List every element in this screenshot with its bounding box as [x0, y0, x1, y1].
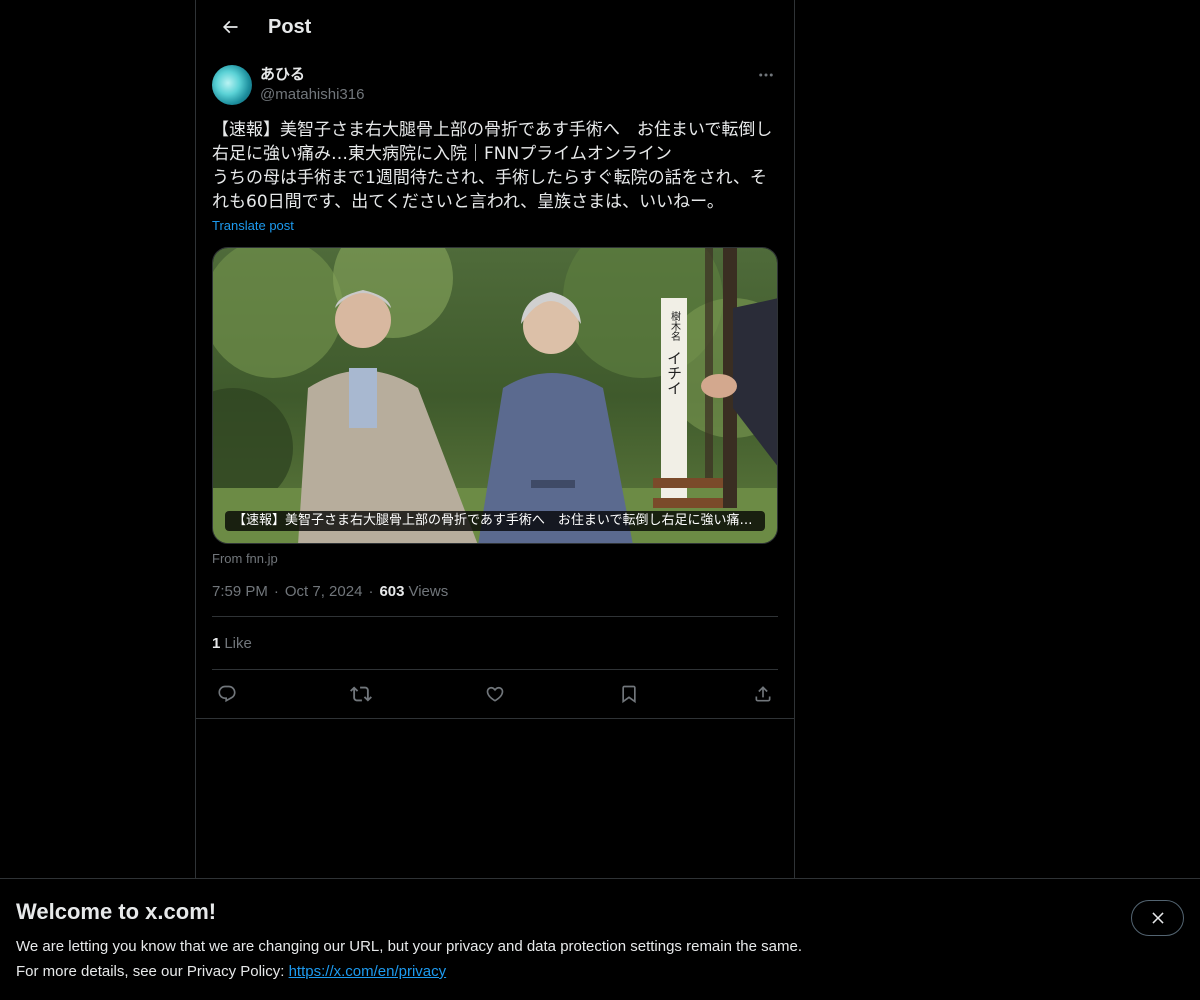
banner-line-1: We are letting you know that we are chan…: [16, 938, 802, 955]
close-icon: [1151, 912, 1164, 924]
likes-row[interactable]: 1 Like: [212, 617, 778, 670]
post-time[interactable]: 7:59 PM: [212, 583, 268, 600]
post-actions: [212, 670, 778, 717]
bookmark-icon: [622, 685, 636, 703]
banner-text: We are letting you know that we are chan…: [16, 934, 1184, 984]
author-names: あひる @matahishi316: [260, 65, 364, 105]
card-image: 樹木名 イチイ: [213, 248, 777, 543]
page-header: Post: [196, 0, 794, 54]
post: あひる @matahishi316 【速報】美智子さま右大腿骨上部の骨折であす手…: [196, 65, 794, 717]
author-handle[interactable]: @matahishi316: [260, 85, 364, 105]
arrow-left-icon: [222, 20, 238, 34]
likes-label: Like: [224, 634, 252, 652]
banner-line-2: For more details, see our Privacy Policy…: [16, 959, 1184, 984]
translate-post-link[interactable]: Translate post: [212, 218, 294, 233]
card-source[interactable]: From fnn.jp: [212, 551, 778, 566]
repost-icon: [350, 686, 372, 701]
share-button[interactable]: [752, 683, 774, 705]
like-button[interactable]: [484, 683, 506, 705]
banner-title: Welcome to x.com!: [16, 899, 217, 924]
meta-separator: ·: [273, 583, 279, 600]
reply-button[interactable]: [216, 683, 238, 705]
welcome-banner: Welcome to x.com! We are letting you kno…: [0, 878, 1200, 1000]
post-meta: 7:59 PM · Oct 7, 2024 · 603 Views: [212, 583, 778, 617]
repost-button[interactable]: [350, 683, 372, 705]
card-caption: 【速報】美智子さま右大腿骨上部の骨折であす手術へ お住まいで転倒し右足に強い痛み…: [225, 511, 765, 531]
avatar[interactable]: [212, 65, 252, 105]
post-date[interactable]: Oct 7, 2024: [285, 583, 363, 600]
views-count: 603: [379, 583, 405, 600]
views-label: Views: [408, 583, 449, 600]
banner-close-button[interactable]: [1131, 900, 1184, 936]
banner-line-2-prefix: For more details, see our Privacy Policy…: [16, 963, 289, 980]
page-title: Post: [268, 15, 312, 38]
svg-text:樹木名: 樹木名: [669, 310, 681, 342]
author-display-name[interactable]: あひる: [260, 65, 364, 85]
link-card[interactable]: 樹木名 イチイ 【速報】美智子さま右大腿骨上部の骨折であす手術へ お住まいで転倒…: [212, 247, 778, 544]
heart-icon: [486, 686, 504, 702]
post-text: 【速報】美智子さま右大腿骨上部の骨折であす手術へ お住まいで転倒し右足に強い痛み…: [212, 120, 773, 212]
meta-separator: ·: [368, 583, 374, 600]
svg-text:イチイ: イチイ: [665, 351, 683, 396]
post-divider: [196, 718, 794, 719]
bookmark-button[interactable]: [618, 683, 640, 705]
privacy-policy-link[interactable]: https://x.com/en/privacy: [289, 963, 447, 980]
primary-column: Post あひる @matahishi316 【速報】美智子さま右大腿骨上部の骨…: [195, 0, 795, 878]
reply-icon: [218, 685, 236, 702]
post-author: あひる @matahishi316: [212, 65, 778, 105]
share-icon: [755, 685, 771, 701]
back-button[interactable]: [212, 9, 248, 45]
more-button[interactable]: [754, 65, 778, 85]
likes-count: 1: [212, 634, 221, 652]
more-horizontal-icon: [759, 73, 773, 77]
